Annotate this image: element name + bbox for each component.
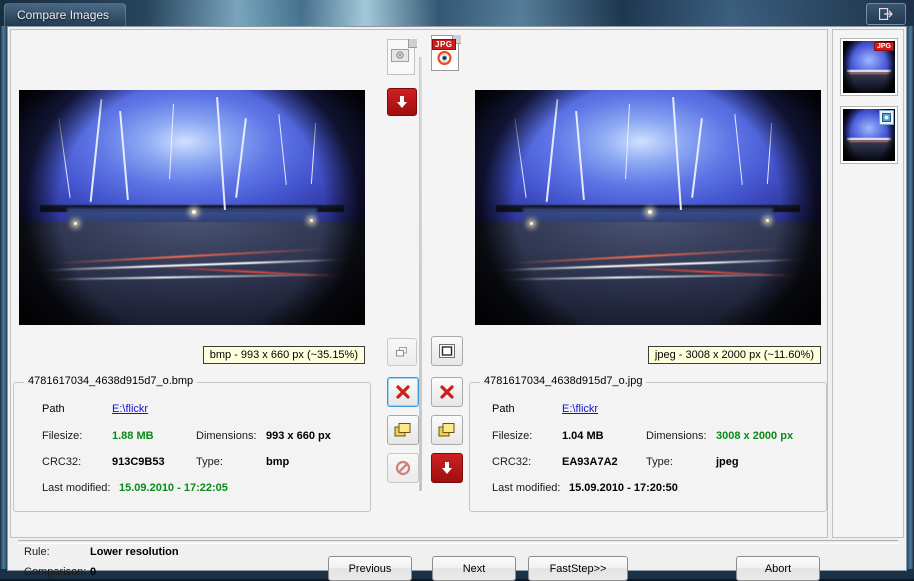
left-filesize-value: 1.88 MB (112, 430, 154, 442)
right-filename: 4781617034_4638d915d7_o.jpg (480, 375, 647, 387)
comparison-label: Comparison: (24, 566, 87, 578)
thumbnail-badge-bmp (879, 110, 894, 125)
comparison-value: 0 (90, 566, 97, 578)
left-crc-value: 913C9B53 (112, 456, 165, 468)
faststep-button[interactable]: FastStep>> (528, 556, 628, 581)
exit-icon (879, 8, 893, 20)
left-crc-label: CRC32: (42, 456, 82, 468)
thumbnail-item-1[interactable]: JPG (840, 38, 898, 96)
right-maximize-button[interactable] (431, 336, 463, 366)
left-image-caption: bmp - 993 x 660 px (~35.15%) (202, 346, 365, 364)
center-action-column: JPG (373, 31, 469, 540)
comparison-workspace: bmp - 993 x 660 px (~35.15%) jpeg - 3008… (10, 29, 828, 538)
right-image-preview[interactable] (475, 90, 821, 325)
right-crc-value: EA93A7A2 (562, 456, 618, 468)
abort-button[interactable]: Abort (736, 556, 820, 581)
right-type-value: jpeg (716, 456, 739, 468)
window-frame: Compare Images bmp - 993 x 660 px (~35.1… (0, 0, 914, 581)
no-entry-icon (395, 460, 411, 476)
right-image-caption: jpeg - 3008 x 2000 px (~11.60%) (647, 346, 821, 364)
left-type-label: Type: (196, 456, 223, 468)
copy-left-button[interactable] (387, 415, 419, 445)
client-area: bmp - 993 x 660 px (~35.15%) jpeg - 3008… (7, 26, 907, 581)
left-dimensions-label: Dimensions: (196, 430, 257, 442)
left-path-label: Path (42, 403, 65, 415)
window-title: Compare Images (4, 3, 127, 26)
red-x-icon (396, 385, 410, 399)
right-dimensions-value: 3008 x 2000 px (716, 430, 794, 442)
close-button[interactable] (866, 3, 906, 25)
right-filesize-label: Filesize: (492, 430, 533, 442)
left-filename: 4781617034_4638d915d7_o.bmp (24, 375, 198, 387)
photo-vignette (19, 90, 365, 325)
right-type-label: Type: (646, 456, 673, 468)
center-divider (419, 57, 422, 491)
delete-left-button[interactable] (387, 377, 419, 407)
yellow-copy-icon (438, 423, 455, 437)
delete-right-button[interactable] (431, 377, 463, 407)
right-path-label: Path (492, 403, 515, 415)
thumbnail-strip[interactable]: JPG (832, 29, 904, 538)
next-button[interactable]: Next (432, 556, 516, 581)
right-image-info-panel: 4781617034_4638d915d7_o.jpg Path E:\flic… (469, 375, 827, 512)
jpg-badge: JPG (432, 39, 456, 50)
right-dimensions-label: Dimensions: (646, 430, 707, 442)
left-file-type-icon (387, 39, 417, 77)
image-file-icon (882, 113, 891, 122)
right-image-viewer[interactable]: jpeg - 3008 x 2000 px (~11.60%) (469, 31, 827, 376)
right-modified-value: 15.09.2010 - 17:20:50 (569, 482, 678, 494)
separator (18, 540, 898, 544)
right-file-type-icon: JPG (431, 35, 461, 73)
yellow-copy-icon (394, 423, 411, 437)
right-modified-label: Last modified: (492, 482, 561, 494)
restore-window-icon (396, 347, 407, 357)
left-type-value: bmp (266, 456, 290, 468)
left-filesize-label: Filesize: (42, 430, 83, 442)
left-modified-value: 15.09.2010 - 17:22:05 (119, 482, 228, 494)
bottom-bar: Rule: Lower resolution Comparison: 0 Pre… (10, 540, 904, 581)
red-x-icon (440, 385, 454, 399)
left-image-preview[interactable] (19, 90, 365, 325)
left-image-viewer[interactable]: bmp - 993 x 660 px (~35.15%) (13, 31, 371, 376)
right-path-link[interactable]: E:\flickr (562, 403, 598, 415)
jpg-file-icon (437, 51, 452, 65)
title-bar[interactable]: Compare Images (0, 0, 914, 28)
red-down-arrow-icon (442, 462, 452, 474)
left-modified-label: Last modified: (42, 482, 111, 494)
left-path-link[interactable]: E:\flickr (112, 403, 148, 415)
photo-vignette (475, 90, 821, 325)
right-filesize-value: 1.04 MB (562, 430, 604, 442)
move-left-button[interactable] (387, 88, 417, 116)
rule-value: Lower resolution (90, 546, 179, 558)
left-dimensions-value: 993 x 660 px (266, 430, 331, 442)
frame-left-edge (0, 26, 7, 569)
red-down-arrow-icon (397, 96, 407, 108)
previous-button[interactable]: Previous (328, 556, 412, 581)
thumbnail-badge-jpg: JPG (873, 42, 894, 51)
move-right-button[interactable] (431, 453, 463, 483)
maximize-window-icon (439, 344, 455, 358)
right-crc-label: CRC32: (492, 456, 532, 468)
left-restore-button[interactable] (387, 338, 417, 366)
image-file-icon-disabled (391, 49, 409, 62)
block-left-button[interactable] (387, 453, 419, 483)
copy-right-button[interactable] (431, 415, 463, 445)
frame-right-edge (907, 26, 914, 569)
rule-label: Rule: (24, 546, 50, 558)
left-image-info-panel: 4781617034_4638d915d7_o.bmp Path E:\flic… (13, 375, 371, 512)
thumbnail-item-2[interactable] (840, 106, 898, 164)
